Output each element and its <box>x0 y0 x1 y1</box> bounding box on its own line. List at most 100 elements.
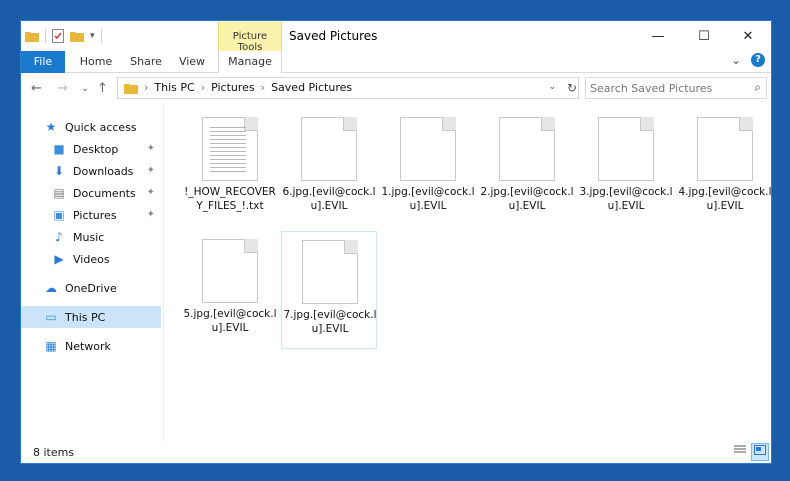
pin-icon[interactable]: ✦ <box>147 187 155 198</box>
videos-icon: ▶ <box>54 252 64 266</box>
tab-view[interactable]: View <box>171 51 213 73</box>
recent-locations-button[interactable]: ⌄ <box>81 83 89 94</box>
search-box[interactable]: ⌕ <box>585 77 767 99</box>
tab-share[interactable]: Share <box>123 51 169 73</box>
sidebar-item-label: Network <box>65 339 111 353</box>
file-name: 3.jpg.[evil@cock.lu].EVIL <box>579 186 673 212</box>
sidebar-item-documents[interactable]: ▤ Documents ✦ <box>21 182 161 204</box>
desktop-icon: ■ <box>53 142 65 156</box>
network-icon: ▦ <box>45 339 57 353</box>
sidebar-item-label: Downloads <box>73 164 134 178</box>
toolbar-separator <box>100 29 102 43</box>
sidebar-item-videos[interactable]: ▶ Videos <box>21 248 161 270</box>
minimize-button[interactable]: — <box>635 21 681 51</box>
cloud-icon: ☁ <box>45 281 57 295</box>
computer-icon: ▭ <box>45 310 57 324</box>
sidebar-item-label: Videos <box>73 252 110 266</box>
folder-icon[interactable] <box>25 30 39 42</box>
pictures-icon: ▣ <box>53 208 65 222</box>
search-icon[interactable]: ⌕ <box>754 80 761 95</box>
star-icon: ★ <box>45 120 57 134</box>
file-item[interactable]: 5.jpg.[evil@cock.lu].EVIL <box>182 231 278 349</box>
breadcrumb-pictures[interactable]: Pictures <box>211 81 255 94</box>
documents-icon: ▤ <box>53 186 65 200</box>
title-bar: ▾ Picture Tools Saved Pictures — ☐ ✕ <box>21 21 771 53</box>
sidebar-item-network[interactable]: ▦ Network <box>21 335 161 357</box>
blank-file-icon <box>202 239 258 303</box>
blank-file-icon <box>499 117 555 181</box>
context-tab-label: Picture Tools <box>232 31 268 53</box>
tab-file[interactable]: File <box>21 51 65 73</box>
picture-tools-context-tab: Picture Tools <box>218 21 282 53</box>
file-name: 5.jpg.[evil@cock.lu].EVIL <box>183 308 277 334</box>
window-title: Saved Pictures <box>289 29 378 43</box>
breadcrumb-separator: › <box>260 81 266 94</box>
text-file-icon <box>202 117 258 181</box>
sidebar-item-music[interactable]: ♪ Music <box>21 226 161 248</box>
new-folder-icon[interactable] <box>70 30 84 42</box>
sidebar-item-label: Documents <box>73 186 136 200</box>
file-item[interactable]: 4.jpg.[evil@cock.lu].EVIL <box>677 109 772 227</box>
file-name: !_HOW_RECOVERY_FILES_!.txt <box>184 186 276 212</box>
music-icon: ♪ <box>55 230 63 244</box>
toolbar-separator <box>45 29 46 43</box>
tab-manage[interactable]: Manage <box>218 51 282 73</box>
properties-icon[interactable] <box>52 29 64 43</box>
file-name: 2.jpg.[evil@cock.lu].EVIL <box>480 186 574 212</box>
sidebar-item-label: Desktop <box>73 142 119 156</box>
sidebar-item-onedrive[interactable]: ☁ OneDrive <box>21 277 161 299</box>
blank-file-icon <box>302 240 358 304</box>
sidebar-item-pictures[interactable]: ▣ Pictures ✦ <box>21 204 161 226</box>
sidebar-item-label: This PC <box>65 310 106 324</box>
blank-file-icon <box>301 117 357 181</box>
file-item[interactable]: 1.jpg.[evil@cock.lu].EVIL <box>380 109 476 227</box>
sidebar-item-label: Quick access <box>65 120 137 134</box>
sidebar-item-quick-access[interactable]: ★ Quick access <box>21 116 161 138</box>
sidebar-item-this-pc[interactable]: ▭ This PC <box>21 306 161 328</box>
breadcrumb-separator: › <box>144 81 149 94</box>
forward-button[interactable]: → <box>57 81 68 96</box>
sidebar-item-downloads[interactable]: ⬇ Downloads ✦ <box>21 160 161 182</box>
navigation-pane: ★ Quick access ■ Desktop ✦ ⬇ Downloads ✦… <box>21 103 163 441</box>
downloads-icon: ⬇ <box>53 164 65 178</box>
details-view-button[interactable] <box>731 443 749 461</box>
file-item-selected[interactable]: 7.jpg.[evil@cock.lu].EVIL <box>281 231 377 349</box>
sidebar-item-label: OneDrive <box>65 281 117 295</box>
pin-icon[interactable]: ✦ <box>147 143 155 154</box>
status-bar: 8 items <box>21 441 771 463</box>
sidebar-item-label: Pictures <box>73 208 117 222</box>
breadcrumb-separator: › <box>200 81 206 94</box>
item-count: 8 items <box>33 446 75 459</box>
up-button[interactable]: ↑ <box>97 81 108 96</box>
file-name: 7.jpg.[evil@cock.lu].EVIL <box>283 309 377 335</box>
address-field[interactable]: › This PC › Pictures › Saved Pictures ⌄ <box>117 77 579 99</box>
file-name: 4.jpg.[evil@cock.lu].EVIL <box>678 186 772 212</box>
breadcrumb: › This PC › Pictures › Saved Pictures <box>124 81 352 94</box>
large-icons-view-button[interactable] <box>751 443 769 461</box>
pin-icon[interactable]: ✦ <box>147 165 155 176</box>
search-input[interactable] <box>590 80 740 96</box>
address-dropdown-icon[interactable]: ⌄ <box>548 82 556 92</box>
file-item[interactable]: 2.jpg.[evil@cock.lu].EVIL <box>479 109 575 227</box>
customize-toolbar-icon[interactable]: ▾ <box>90 31 95 41</box>
explorer-window: ▾ Picture Tools Saved Pictures — ☐ ✕ Fil… <box>20 20 772 464</box>
close-button[interactable]: ✕ <box>725 21 771 51</box>
details-view-icon <box>734 445 746 453</box>
breadcrumb-saved-pictures[interactable]: Saved Pictures <box>271 81 352 94</box>
breadcrumb-this-pc[interactable]: This PC <box>154 81 194 94</box>
file-item[interactable]: 6.jpg.[evil@cock.lu].EVIL <box>281 109 377 227</box>
file-item[interactable]: 3.jpg.[evil@cock.lu].EVIL <box>578 109 674 227</box>
help-icon[interactable]: ? <box>751 53 765 67</box>
sidebar-item-desktop[interactable]: ■ Desktop ✦ <box>21 138 161 160</box>
back-button[interactable]: ← <box>31 81 42 96</box>
file-list: !_HOW_RECOVERY_FILES_!.txt 6.jpg.[evil@c… <box>164 103 771 441</box>
quick-access-toolbar: ▾ <box>25 27 102 45</box>
blank-file-icon <box>697 117 753 181</box>
expand-ribbon-icon[interactable]: ⌄ <box>731 53 741 67</box>
refresh-button[interactable]: ↻ <box>565 78 579 98</box>
blank-file-icon <box>598 117 654 181</box>
tab-home[interactable]: Home <box>73 51 119 73</box>
pin-icon[interactable]: ✦ <box>147 209 155 220</box>
maximize-button[interactable]: ☐ <box>681 21 727 51</box>
file-item[interactable]: !_HOW_RECOVERY_FILES_!.txt <box>182 109 278 227</box>
